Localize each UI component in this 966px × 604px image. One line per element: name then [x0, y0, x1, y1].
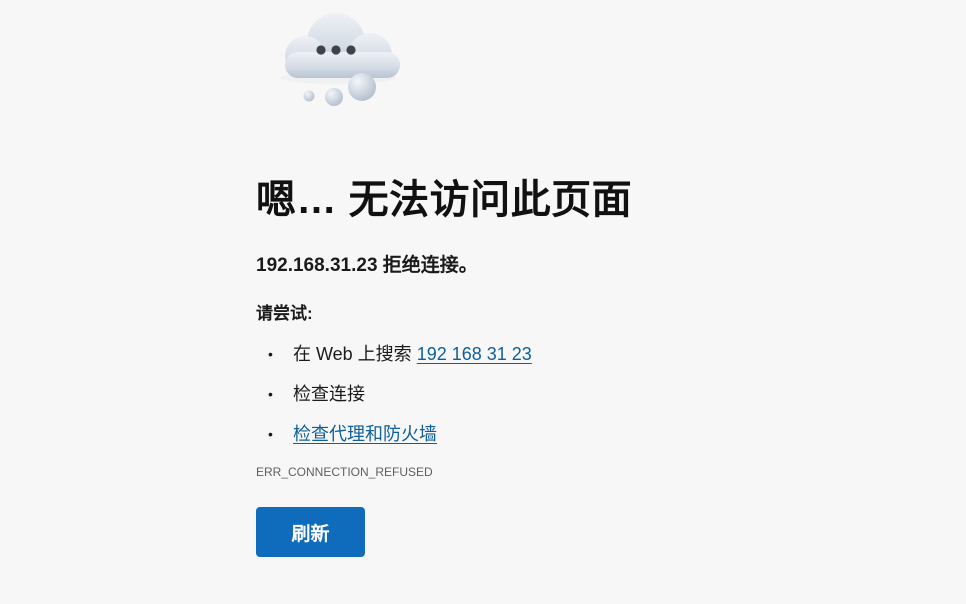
suggestion-text: 检查连接 — [293, 384, 365, 404]
suggestion-list: • 在 Web 上搜索 192 168 31 23 • 检查连接 • 检查代理和… — [256, 340, 896, 460]
bullet-icon: • — [268, 346, 273, 362]
suggestions-heading: 请尝试: — [256, 304, 313, 323]
search-web-link[interactable]: 192 168 31 23 — [417, 344, 532, 364]
suggestion-check-proxy-firewall: • 检查代理和防火墙 — [256, 420, 896, 460]
refresh-button[interactable]: 刷新 — [256, 507, 365, 557]
bullet-icon: • — [268, 386, 273, 402]
bullet-icon: • — [268, 426, 273, 442]
error-description: 192.168.31.23 拒绝连接。 — [256, 255, 478, 276]
page-title: 嗯… 无法访问此页面 — [256, 178, 633, 222]
error-code: ERR_CONNECTION_REFUSED — [256, 465, 433, 479]
error-content: 嗯… 无法访问此页面 192.168.31.23 拒绝连接。 请尝试: • 在 … — [256, 172, 896, 557]
suggestion-text: 在 Web 上搜索 — [293, 344, 417, 364]
cloud-dots-icon — [280, 13, 400, 106]
error-page: 嗯… 无法访问此页面 192.168.31.23 拒绝连接。 请尝试: • 在 … — [0, 0, 966, 604]
check-proxy-firewall-link[interactable]: 检查代理和防火墙 — [293, 424, 437, 444]
suggestion-check-connection: • 检查连接 — [256, 380, 896, 420]
suggestion-search-web: • 在 Web 上搜索 192 168 31 23 — [256, 340, 896, 380]
